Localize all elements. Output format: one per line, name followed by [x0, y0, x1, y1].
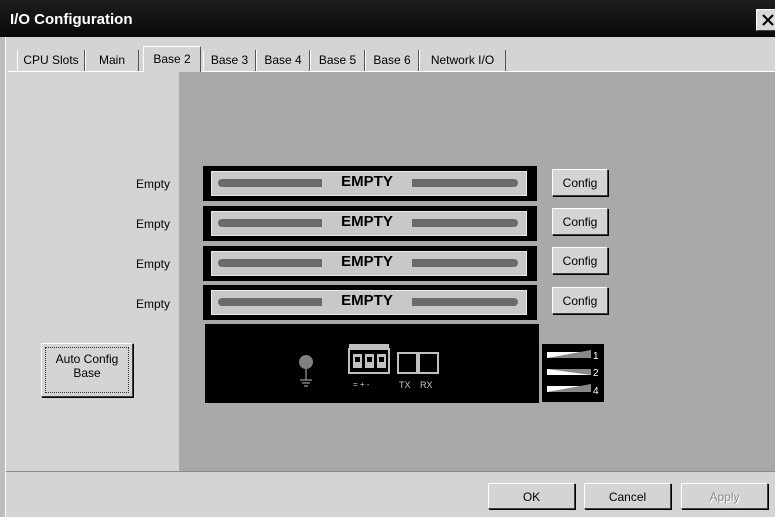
rx-port-icon [418, 352, 439, 374]
window-title: I/O Configuration [10, 11, 133, 28]
tab-label: Base 2 [153, 52, 191, 66]
slot-4-module[interactable]: EMPTY [203, 285, 537, 320]
slot-module-name: EMPTY [322, 253, 412, 270]
slot-bar [402, 298, 518, 306]
slot-module-name: EMPTY [322, 173, 412, 190]
auto-config-base-button[interactable]: Auto Config Base [41, 343, 133, 397]
slot-face: EMPTY [211, 251, 527, 276]
slot-1-module[interactable]: EMPTY [203, 166, 537, 201]
tab-label: Main [98, 53, 125, 67]
tab-base-3[interactable]: Base 3 [203, 50, 256, 71]
tab-main[interactable]: Main [85, 50, 139, 71]
tab-base-2[interactable]: Base 2 [143, 46, 201, 72]
slot-2-config-button[interactable]: Config [552, 208, 608, 235]
slot-bar [402, 219, 518, 227]
tab-label: Base 5 [318, 53, 357, 67]
slot-bar [402, 259, 518, 267]
slot-bar [218, 219, 326, 227]
rx-label: RX [420, 380, 433, 390]
ok-button[interactable]: OK [488, 483, 575, 509]
tab-label: Base 3 [210, 53, 249, 67]
slot-2-module[interactable]: EMPTY [203, 206, 537, 241]
panel-divider [6, 471, 775, 472]
slot-module-name: EMPTY [322, 292, 412, 309]
dip-label-2: 2 [593, 368, 599, 379]
terminal-marks: = + - [353, 380, 370, 389]
base-module-graphic: = + - TX RX [299, 344, 439, 390]
terminal-block-icon [348, 344, 390, 374]
tab-label: Base 6 [373, 53, 411, 67]
title-bar: I/O Configuration [0, 0, 775, 37]
dip-label-4: 4 [593, 386, 599, 397]
tab-label: CPU Slots [23, 53, 79, 67]
base-power-module: = + - TX RX [205, 324, 539, 403]
auto-config-label: Auto Config Base [55, 352, 119, 380]
tab-base-4[interactable]: Base 4 [256, 50, 310, 71]
slot-bar [218, 179, 326, 187]
dip-switch-block[interactable]: 1 2 4 [542, 344, 604, 402]
ground-icon [299, 355, 313, 387]
slot-1-label: Empty [135, 177, 170, 191]
tab-base-5[interactable]: Base 5 [310, 50, 365, 71]
tx-label: TX [399, 380, 411, 390]
cancel-button[interactable]: Cancel [584, 483, 671, 509]
dip-switch-icon: 1 2 4 [547, 350, 599, 397]
slot-4-label: Empty [135, 297, 170, 311]
slot-1-config-button[interactable]: Config [552, 169, 608, 196]
slot-face: EMPTY [211, 171, 527, 196]
slot-bar [402, 179, 518, 187]
tab-network-io[interactable]: Network I/O [419, 50, 506, 71]
slot-2-label: Empty [135, 217, 170, 231]
close-icon [762, 14, 774, 26]
apply-button[interactable]: Apply [681, 483, 768, 509]
tab-label: Base 4 [264, 53, 302, 67]
tab-label: Network I/O [430, 53, 495, 67]
slot-bar [218, 298, 326, 306]
tx-port-icon [397, 352, 418, 374]
dip-label-1: 1 [593, 351, 599, 362]
slot-module-name: EMPTY [322, 213, 412, 230]
slot-3-config-button[interactable]: Config [552, 247, 608, 274]
window-frame [0, 37, 6, 517]
slot-3-label: Empty [135, 257, 170, 271]
close-button[interactable] [756, 9, 775, 31]
slot-face: EMPTY [211, 211, 527, 236]
slot-face: EMPTY [211, 290, 527, 315]
tab-base-6[interactable]: Base 6 [365, 50, 419, 71]
tab-cpu-slots[interactable]: CPU Slots [17, 50, 85, 71]
slot-bar [218, 259, 326, 267]
slot-3-module[interactable]: EMPTY [203, 246, 537, 281]
slot-4-config-button[interactable]: Config [552, 287, 608, 314]
